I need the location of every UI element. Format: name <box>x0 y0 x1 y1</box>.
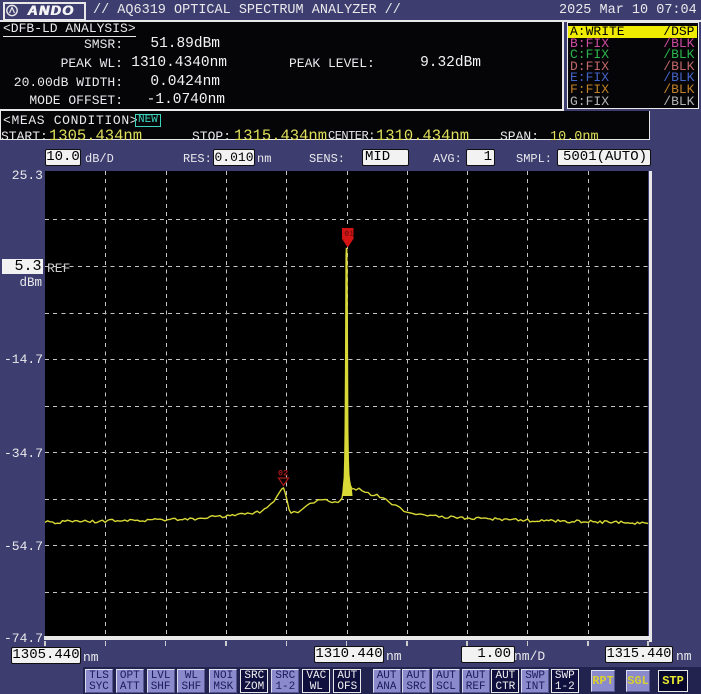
svg-text:01: 01 <box>344 230 354 239</box>
svg-text:02: 02 <box>278 469 288 479</box>
